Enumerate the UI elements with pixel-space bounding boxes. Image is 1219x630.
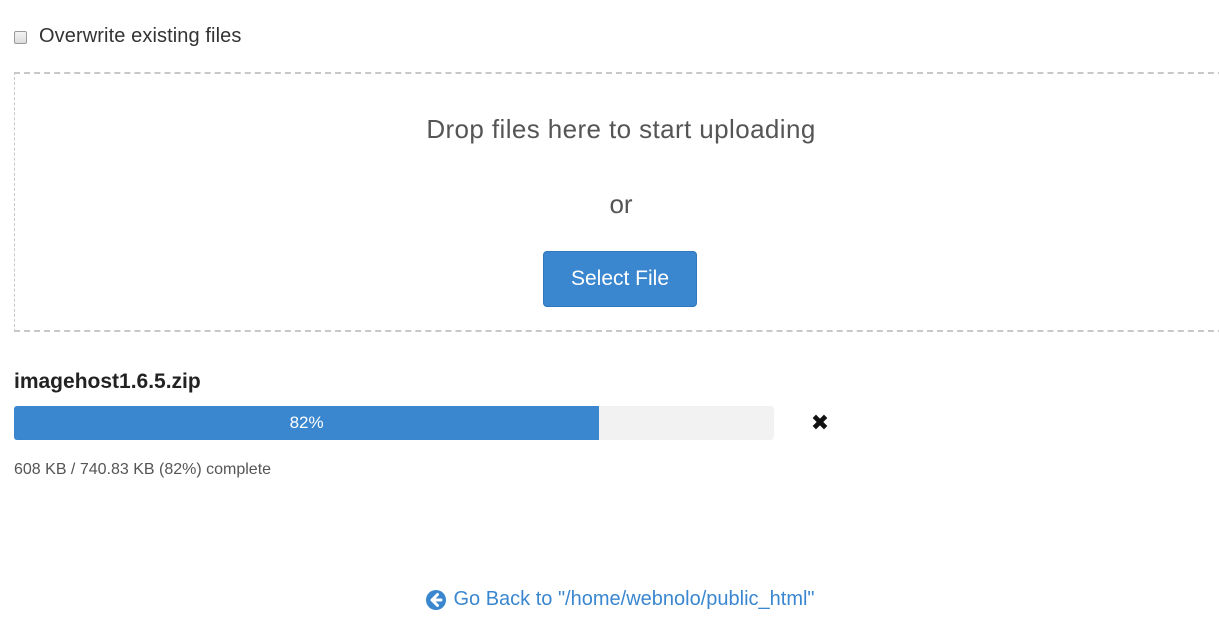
overwrite-label[interactable]: Overwrite existing files <box>39 25 241 48</box>
drop-zone-or: or <box>609 189 633 219</box>
arrow-left-circle-icon <box>425 589 447 611</box>
upload-file-name: imagehost1.6.5.zip <box>14 370 201 393</box>
drop-zone[interactable]: Drop files here to start uploading or Se… <box>14 72 1219 332</box>
close-icon[interactable]: ✖ <box>808 406 832 440</box>
upload-progress-fill: 82% <box>14 406 600 440</box>
overwrite-option: Overwrite existing files <box>14 22 241 50</box>
overwrite-checkbox[interactable] <box>14 30 27 44</box>
upload-status: 608 KB / 740.83 KB (82%) complete <box>14 461 272 478</box>
select-file-button[interactable]: Select File <box>543 251 697 307</box>
go-back-row: Go Back to "/home/webnolo/public_html" <box>0 588 1219 611</box>
file-upload-page: Overwrite existing files Drop files here… <box>0 0 1219 630</box>
upload-progress-bar: 82% <box>14 406 774 440</box>
go-back-label: Go Back to "/home/webnolo/public_html" <box>453 588 815 610</box>
drop-zone-title: Drop files here to start uploading <box>426 114 816 144</box>
upload-progress-label: 82% <box>289 413 324 432</box>
go-back-link[interactable]: Go Back to "/home/webnolo/public_html" <box>425 588 815 611</box>
